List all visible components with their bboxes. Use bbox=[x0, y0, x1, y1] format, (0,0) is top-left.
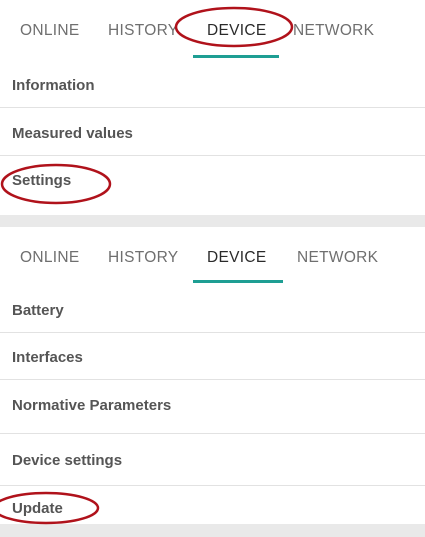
active-tab-indicator bbox=[193, 55, 279, 58]
divider bbox=[0, 107, 425, 108]
list-item-label: Settings bbox=[12, 172, 72, 189]
device-screen-bottom: ONLINE HISTORY DEVICE NETWORK Battery In… bbox=[0, 227, 425, 525]
divider bbox=[0, 155, 425, 156]
tab-device[interactable]: DEVICE bbox=[207, 22, 267, 40]
tab-bar: ONLINE HISTORY DEVICE NETWORK bbox=[0, 0, 425, 60]
list-item-label: Measured values bbox=[12, 125, 133, 142]
list-item-settings[interactable]: Settings bbox=[0, 157, 425, 205]
tab-history[interactable]: HISTORY bbox=[108, 249, 178, 267]
list-item-interfaces[interactable]: Interfaces bbox=[0, 334, 425, 382]
list-item-information[interactable]: Information bbox=[0, 62, 425, 110]
list-item-label: Battery bbox=[12, 302, 64, 319]
tab-online[interactable]: ONLINE bbox=[20, 249, 80, 267]
tab-history[interactable]: HISTORY bbox=[108, 22, 178, 40]
list-item-label: Interfaces bbox=[12, 349, 83, 366]
tab-network[interactable]: NETWORK bbox=[297, 249, 378, 267]
device-screen-top: ONLINE HISTORY DEVICE NETWORK Informatio… bbox=[0, 0, 425, 215]
divider bbox=[0, 485, 425, 486]
divider bbox=[0, 332, 425, 333]
list-item-label: Normative Parameters bbox=[12, 397, 172, 414]
list-item-battery[interactable]: Battery bbox=[0, 287, 425, 335]
list-item-device-settings[interactable]: Device settings bbox=[0, 437, 425, 485]
list-item-normative-parameters[interactable]: Normative Parameters bbox=[0, 382, 425, 430]
tab-network[interactable]: NETWORK bbox=[293, 22, 374, 40]
list-item-label: Information bbox=[12, 77, 95, 94]
list-item-label: Update bbox=[12, 500, 63, 517]
list-item-measured-values[interactable]: Measured values bbox=[0, 110, 425, 158]
divider bbox=[0, 433, 425, 434]
divider bbox=[0, 379, 425, 380]
tab-online[interactable]: ONLINE bbox=[20, 22, 80, 40]
tab-device[interactable]: DEVICE bbox=[207, 249, 267, 267]
active-tab-indicator bbox=[193, 280, 283, 283]
list-item-update[interactable]: Update bbox=[0, 489, 425, 537]
tab-bar: ONLINE HISTORY DEVICE NETWORK bbox=[0, 227, 425, 287]
list-item-label: Device settings bbox=[12, 452, 123, 469]
